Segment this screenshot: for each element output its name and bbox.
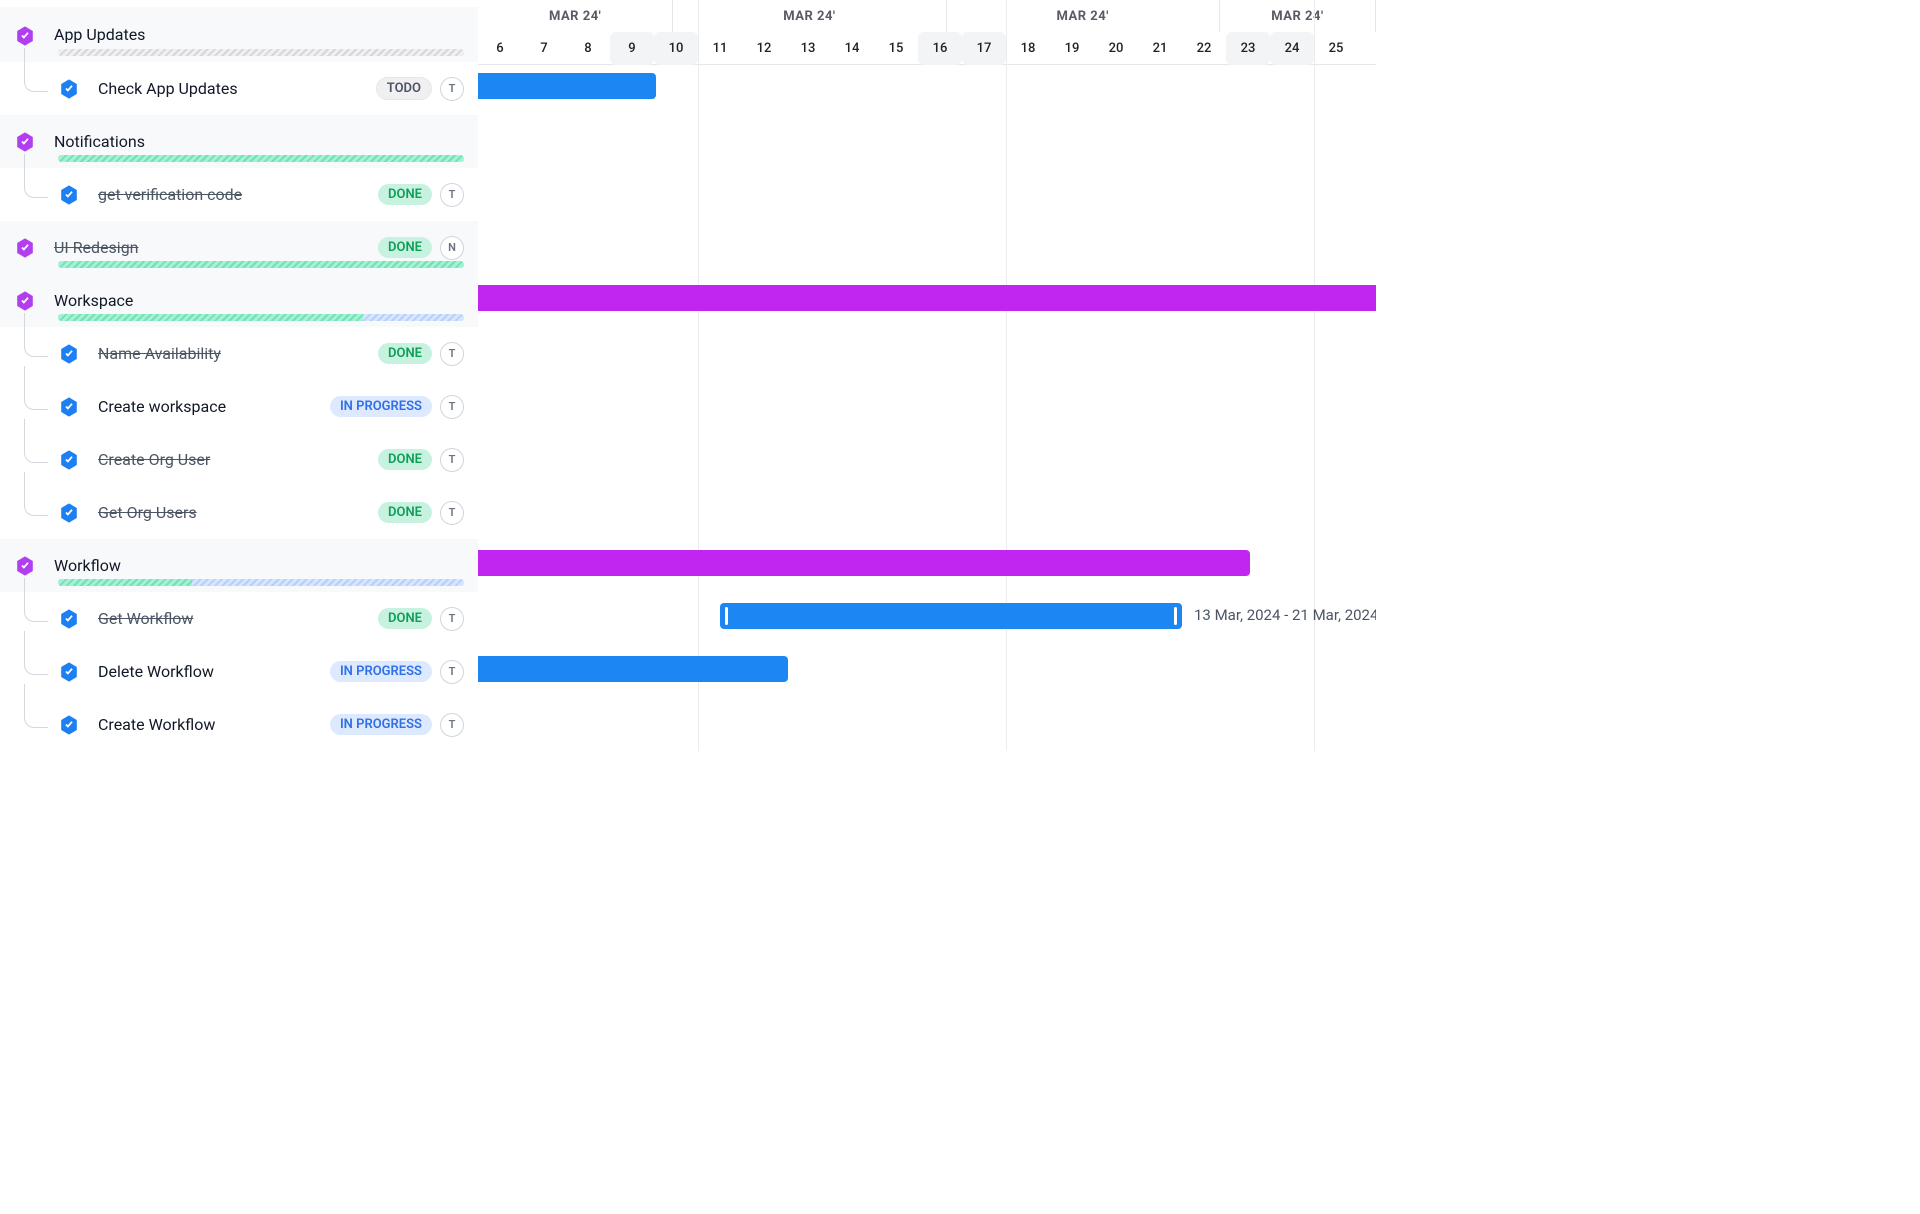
epic-icon	[14, 25, 36, 47]
epic-row-app-updates[interactable]: App Updates	[0, 7, 478, 62]
assignee-avatar[interactable]: T	[440, 501, 464, 525]
epic-row-workflow[interactable]: Workflow	[0, 539, 478, 592]
timeline-header: MAR 24'MAR 24'MAR 24'MAR 24' 67891011121…	[478, 0, 1376, 65]
task-title: Check App Updates	[98, 79, 376, 98]
status-badge-done[interactable]: DONE	[378, 343, 432, 364]
task-icon	[58, 343, 80, 365]
task-title: Delete Workflow	[98, 662, 330, 681]
status-badge-progress[interactable]: IN PROGRESS	[330, 396, 432, 417]
task-title: Get Org Users	[98, 503, 378, 522]
gantt-bar[interactable]	[478, 550, 1250, 576]
assignee-avatar[interactable]: T	[440, 342, 464, 366]
epic-icon	[14, 290, 36, 312]
epic-row-workspace[interactable]: Workspace	[0, 274, 478, 327]
task-title: Get Workflow	[98, 609, 378, 628]
epic-title: App Updates	[54, 25, 478, 44]
assignee-avatar[interactable]: T	[440, 448, 464, 472]
task-icon	[58, 78, 80, 100]
epic-row-ui-redesign[interactable]: UI RedesignDONE N	[0, 221, 478, 274]
epic-progress	[58, 49, 464, 56]
epic-title: UI Redesign	[54, 238, 378, 257]
epic-progress	[58, 579, 464, 586]
assignee-avatar[interactable]: T	[440, 77, 464, 101]
task-title: Name Availability	[98, 344, 378, 363]
task-row-create-workflow[interactable]: Create WorkflowIN PROGRESS T	[0, 698, 478, 751]
task-row-get-workflow[interactable]: Get WorkflowDONE T	[0, 592, 478, 645]
assignee-avatar[interactable]: T	[440, 713, 464, 737]
gantt-bar[interactable]	[478, 656, 788, 682]
status-badge-done[interactable]: DONE	[378, 449, 432, 470]
task-row-name-availability[interactable]: Name AvailabilityDONE T	[0, 327, 478, 380]
assignee-avatar[interactable]: N	[440, 236, 464, 260]
gantt-bar[interactable]: 13 Mar, 2024 - 21 Mar, 2024	[720, 603, 1182, 629]
epic-title: Notifications	[54, 132, 478, 151]
assignee-avatar[interactable]: T	[440, 607, 464, 631]
task-icon	[58, 184, 80, 206]
task-icon	[58, 714, 80, 736]
task-icon	[58, 502, 80, 524]
epic-icon	[14, 237, 36, 259]
epic-title: Workflow	[54, 556, 478, 575]
task-icon	[58, 608, 80, 630]
status-badge-done[interactable]: DONE	[378, 237, 432, 258]
assignee-avatar[interactable]: T	[440, 660, 464, 684]
assignee-avatar[interactable]: T	[440, 395, 464, 419]
task-icon	[58, 661, 80, 683]
task-title: Create Org User	[98, 450, 378, 469]
status-badge-progress[interactable]: IN PROGRESS	[330, 714, 432, 735]
gantt-bar-label: 13 Mar, 2024 - 21 Mar, 2024	[1194, 606, 1376, 624]
task-row-create-workspace[interactable]: Create workspaceIN PROGRESS T	[0, 380, 478, 433]
epic-icon	[14, 131, 36, 153]
epic-icon	[14, 555, 36, 577]
status-badge-done[interactable]: DONE	[378, 502, 432, 523]
task-title: Create workspace	[98, 397, 330, 416]
epic-progress	[58, 155, 464, 162]
epic-title: Workspace	[54, 291, 478, 310]
task-row-get-verification-code[interactable]: get verification codeDONE T	[0, 168, 478, 221]
status-badge-done[interactable]: DONE	[378, 608, 432, 629]
gantt-bar[interactable]	[478, 73, 656, 99]
task-row-delete-workflow[interactable]: Delete WorkflowIN PROGRESS T	[0, 645, 478, 698]
task-row-check-app-updates[interactable]: Check App UpdatesTODO T	[0, 62, 478, 115]
epic-progress	[58, 261, 464, 268]
task-list-panel: App Updates Check App UpdatesTODO T Notific…	[0, 0, 478, 751]
task-title: get verification code	[98, 185, 378, 204]
epic-row-notifications[interactable]: Notifications	[0, 115, 478, 168]
epic-progress	[58, 314, 464, 321]
gantt-panel: MAR 24'MAR 24'MAR 24'MAR 24' 67891011121…	[478, 0, 1376, 751]
task-title: Create Workflow	[98, 715, 330, 734]
task-icon	[58, 396, 80, 418]
assignee-avatar[interactable]: T	[440, 183, 464, 207]
status-badge-progress[interactable]: IN PROGRESS	[330, 661, 432, 682]
task-row-create-org-user[interactable]: Create Org UserDONE T	[0, 433, 478, 486]
gantt-bar[interactable]	[478, 285, 1376, 311]
task-row-get-org-users[interactable]: Get Org UsersDONE T	[0, 486, 478, 539]
task-icon	[58, 449, 80, 471]
status-badge-done[interactable]: DONE	[378, 184, 432, 205]
status-badge-todo[interactable]: TODO	[376, 77, 432, 100]
